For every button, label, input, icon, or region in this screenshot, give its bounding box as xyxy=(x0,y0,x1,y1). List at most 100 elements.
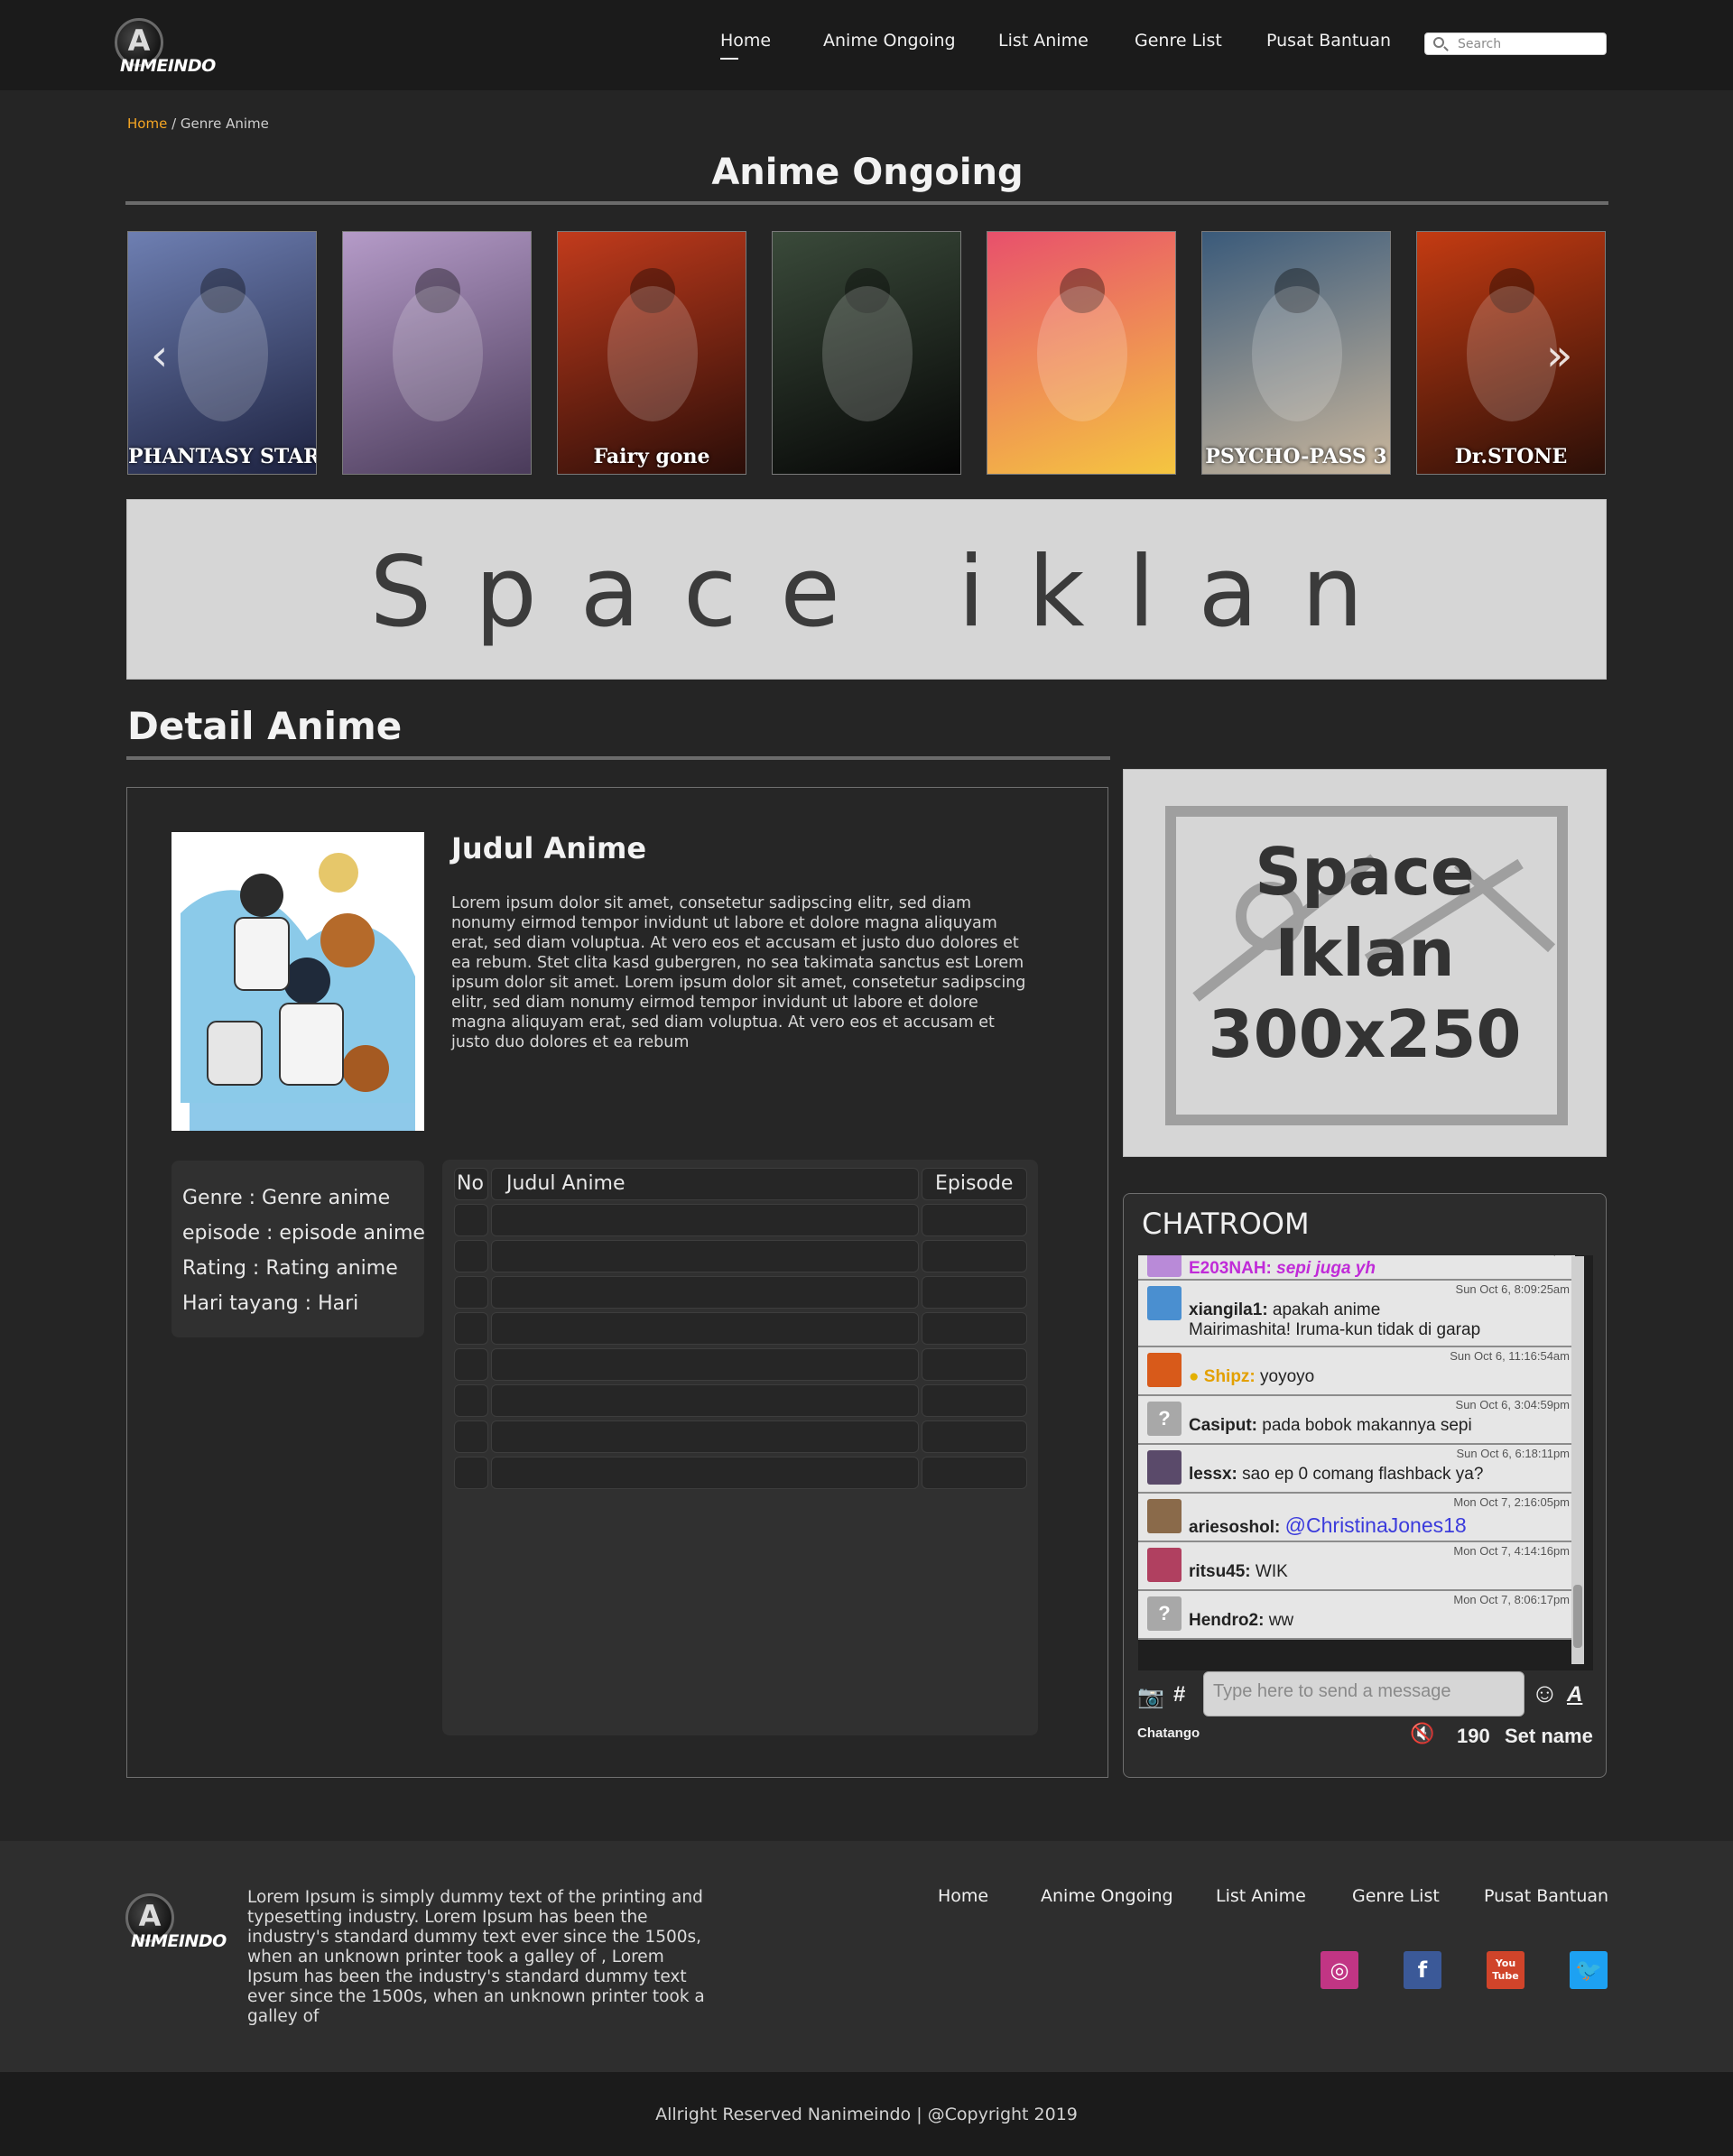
mute-icon[interactable]: 🔇 xyxy=(1410,1722,1434,1745)
chat-scrollbar[interactable] xyxy=(1571,1256,1584,1664)
poster-4[interactable] xyxy=(987,231,1176,475)
nav-home[interactable]: Home xyxy=(720,31,771,60)
message-username[interactable]: E203NAH: xyxy=(1189,1259,1276,1278)
message-line: Hendro2: ww xyxy=(1189,1611,1293,1631)
message-line: ● Shipz: yoyoyo xyxy=(1189,1367,1314,1387)
facebook-icon[interactable]: f xyxy=(1404,1951,1441,1989)
poster-caption: PSYCHO-PASS 3 xyxy=(1205,445,1387,468)
message-timestamp: Mon Oct 7, 4:14:16pm xyxy=(1453,1544,1570,1558)
emoji-icon[interactable]: ☺ xyxy=(1531,1679,1559,1709)
episode-cell xyxy=(922,1384,1027,1417)
chat-message-input[interactable] xyxy=(1213,1678,1516,1705)
camera-icon[interactable]: 📷 xyxy=(1137,1684,1164,1710)
poster-caption: Fairy gone xyxy=(593,445,710,468)
breadcrumb-home[interactable]: Home xyxy=(127,116,167,132)
carousel-next-icon[interactable]: » xyxy=(1546,330,1572,381)
avatar[interactable] xyxy=(1147,1499,1182,1533)
poster-caption: Dr.STONE xyxy=(1454,445,1568,468)
message-timestamp: Sun Oct 6, 8:09:25am xyxy=(1455,1282,1570,1296)
twitter-icon[interactable]: 🐦 xyxy=(1570,1951,1608,1989)
poster-5[interactable]: PSYCHO-PASS 3 xyxy=(1201,231,1391,475)
nav-anime-ongoing[interactable]: Anime Ongoing xyxy=(823,31,956,51)
message-line: Casiput: pada bobok makannya sepi xyxy=(1189,1416,1472,1436)
message-text: sepi juga yh xyxy=(1276,1259,1376,1278)
chat-scroll-thumb[interactable] xyxy=(1573,1585,1582,1648)
message-username[interactable]: ariesoshol: xyxy=(1189,1518,1285,1537)
carousel-prev-icon[interactable]: ‹ xyxy=(151,330,168,381)
chat-message: Sat Oct 5, 8:08:10pm E203NAH: sepi juga y… xyxy=(1138,1255,1575,1281)
youtube-icon[interactable]: You Tube xyxy=(1487,1951,1524,1989)
instagram-glyph: ◎ xyxy=(1330,1957,1349,1983)
avatar[interactable]: ? xyxy=(1147,1402,1182,1436)
poster-figure xyxy=(607,286,698,421)
detail-title: Detail Anime xyxy=(127,704,403,748)
anime-title: Judul Anime xyxy=(451,831,647,865)
message-timestamp: Sun Oct 6, 3:04:59pm xyxy=(1455,1398,1570,1411)
info-episode: episode : episode anime xyxy=(182,1222,425,1245)
episode-header-no: No xyxy=(454,1168,488,1200)
episode-table: No Judul Anime Episode xyxy=(442,1160,1038,1735)
footer-logo[interactable]: A NIMEINDO xyxy=(124,1892,232,1953)
message-text-continued: Mairimashita! Iruma-kun tidak di garap xyxy=(1189,1320,1481,1339)
avatar[interactable] xyxy=(1147,1286,1182,1320)
nav-list-anime[interactable]: List Anime xyxy=(998,31,1089,51)
message-username[interactable]: Shipz: xyxy=(1204,1367,1260,1386)
nav-pusat-bantuan[interactable]: Pusat Bantuan xyxy=(1266,31,1391,51)
footer-link-anime-ongoing[interactable]: Anime Ongoing xyxy=(1041,1886,1173,1906)
search-input[interactable] xyxy=(1458,35,1602,53)
episode-header-episode: Episode xyxy=(922,1168,1027,1200)
message-timestamp: Sun Oct 6, 11:16:54am xyxy=(1450,1349,1570,1363)
episode-cell xyxy=(491,1384,919,1417)
hashtag-icon[interactable]: # xyxy=(1173,1682,1185,1707)
breadcrumb: Home / Genre Anime xyxy=(127,116,269,132)
poster-figure xyxy=(1252,286,1342,421)
copyright-bar: Allright Reserved Nanimeindo | @Copyrigh… xyxy=(0,2072,1733,2156)
poster-1[interactable] xyxy=(342,231,532,475)
ongoing-divider xyxy=(125,201,1608,205)
ongoing-carousel: PHANTASY STAR ONLINE 2 Fairy gone PSYCHO… xyxy=(127,231,1606,475)
poster-caption: PHANTASY STAR ONLINE 2 xyxy=(128,445,317,468)
info-genre: Genre : Genre anime xyxy=(182,1187,391,1209)
footer-link-pusat-bantuan[interactable]: Pusat Bantuan xyxy=(1484,1886,1608,1906)
twitter-glyph: 🐦 xyxy=(1575,1957,1602,1983)
message-username[interactable]: ritsu45: xyxy=(1189,1562,1256,1581)
search-box xyxy=(1424,32,1607,55)
avatar[interactable]: ? xyxy=(1147,1596,1182,1631)
poster-6[interactable]: Dr.STONE xyxy=(1416,231,1606,475)
instagram-icon[interactable]: ◎ xyxy=(1321,1951,1358,1989)
navbar: A NIMEINDO Home Anime Ongoing List Anime… xyxy=(0,0,1733,90)
ad-banner-text: Space iklan xyxy=(369,536,1407,649)
message-username[interactable]: Hendro2: xyxy=(1189,1611,1269,1630)
set-name-button[interactable]: Set name xyxy=(1505,1725,1593,1748)
message-timestamp: Sun Oct 6, 6:18:11pm xyxy=(1456,1447,1571,1460)
avatar[interactable] xyxy=(1147,1353,1182,1387)
poster-2[interactable]: Fairy gone xyxy=(557,231,746,475)
anime-synopsis: Lorem ipsum dolor sit amet, consetetur s… xyxy=(451,894,1026,1051)
message-timestamp: Sat Oct 5, 8:08:10pm xyxy=(1459,1255,1570,1256)
episode-cell xyxy=(491,1348,919,1381)
avatar[interactable] xyxy=(1147,1450,1182,1485)
chat-message: Sun Oct 6, 8:09:25am xiangila1: apakah an… xyxy=(1138,1281,1575,1347)
message-username[interactable]: lessx: xyxy=(1189,1465,1242,1484)
episode-cell xyxy=(922,1420,1027,1453)
poster-3[interactable] xyxy=(772,231,961,475)
chat-message-list[interactable]: Sat Oct 5, 8:08:10pm E203NAH: sepi juga y… xyxy=(1138,1255,1593,1670)
avatar[interactable] xyxy=(1147,1255,1182,1277)
chatango-brand[interactable]: Chatango xyxy=(1137,1726,1200,1741)
footer-link-genre-list[interactable]: Genre List xyxy=(1352,1886,1440,1906)
chatroom-title: CHATROOM xyxy=(1142,1207,1310,1241)
episode-cell xyxy=(454,1240,488,1272)
message-username[interactable]: xiangila1: xyxy=(1189,1300,1273,1319)
ad-banner: Space iklan xyxy=(126,499,1607,680)
nav-genre-list[interactable]: Genre List xyxy=(1135,31,1222,51)
shield-badge-icon: ● xyxy=(1189,1367,1204,1386)
footer-link-list-anime[interactable]: List Anime xyxy=(1216,1886,1306,1906)
message-text: sao ep 0 comang flashback ya? xyxy=(1242,1465,1484,1484)
breadcrumb-separator: / xyxy=(167,116,181,132)
font-style-icon[interactable]: A xyxy=(1567,1682,1582,1707)
info-rating: Rating : Rating anime xyxy=(182,1257,398,1280)
avatar[interactable] xyxy=(1147,1548,1182,1582)
message-username[interactable]: Casiput: xyxy=(1189,1416,1262,1435)
site-logo[interactable]: A NIMEINDO xyxy=(113,16,221,78)
footer-link-home[interactable]: Home xyxy=(938,1886,988,1906)
